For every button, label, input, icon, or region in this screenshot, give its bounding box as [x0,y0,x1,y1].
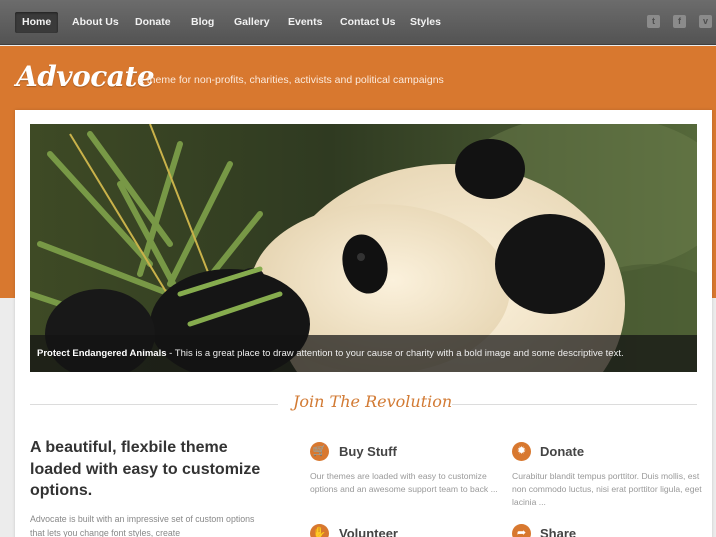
site-tagline: a theme for non-profits, charities, acti… [138,74,444,86]
feature-title-donate[interactable]: Donate [540,444,584,459]
hand-icon: ✋ [310,524,329,537]
hero-slider[interactable]: Protect Endangered Animals - This is a g… [30,124,697,372]
section-title: Join The Revolution [293,392,453,411]
nav-item-about-us[interactable]: About Us [65,12,126,33]
twitter-icon[interactable]: t [647,15,660,28]
intro-text: Advocate is built with an impressive set… [30,514,255,537]
hero-caption-text: - This is a great place to draw attentio… [166,348,624,359]
facebook-icon[interactable]: f [673,15,686,28]
nav-item-events[interactable]: Events [281,12,329,33]
nav-item-contact-us[interactable]: Contact Us [333,12,402,33]
feature-title-share[interactable]: Share [540,526,576,537]
hero-caption-title: Protect Endangered Animals [37,348,167,359]
site-logo[interactable]: Advocate [16,60,155,93]
vimeo-icon[interactable]: v [699,15,712,28]
intro-heading: A beautiful, flexbile theme loaded with … [30,439,261,499]
hero-caption: Protect Endangered Animals - This is a g… [30,335,697,372]
feature-title-buy-stuff[interactable]: Buy Stuff [339,444,397,459]
divider-left [30,404,278,405]
divider-right [452,404,697,405]
nav-item-blog[interactable]: Blog [184,12,221,33]
cart-icon: 🛒 [310,442,329,461]
nav-item-home[interactable]: Home [15,12,59,33]
nav-item-styles[interactable]: Styles [403,12,448,33]
nav-item-donate[interactable]: Donate [128,12,178,33]
feature-title-volunteer[interactable]: Volunteer [339,526,398,537]
feature-text-buy-stuff: Our themes are loaded with easy to custo… [310,471,498,494]
top-nav-bar: Home About Us Donate Blog Gallery Events… [0,0,716,45]
lightbulb-icon: ✹ [512,442,531,461]
nav-item-gallery[interactable]: Gallery [227,12,277,33]
share-icon: ➦ [512,524,531,537]
feature-text-donate: Curabitur blandit tempus porttitor. Duis… [512,471,702,507]
